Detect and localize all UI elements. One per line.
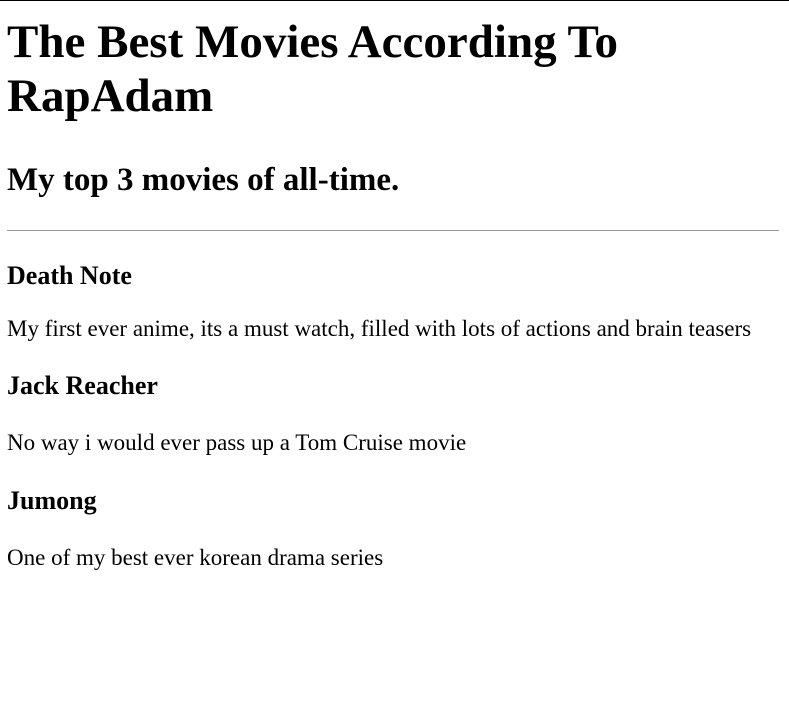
page-subtitle: My top 3 movies of all-time. — [7, 162, 400, 198]
page-content: The Best Movies According To RapAdam My … — [7, 1, 779, 571]
movie-description-jack-reacher: No way i would ever pass up a Tom Cruise… — [7, 430, 467, 455]
movie-title-death-note: Death Note — [7, 261, 132, 290]
movie-description-jumong: One of my best ever korean drama series — [7, 545, 384, 570]
movie-title-jack-reacher: Jack Reacher — [7, 371, 158, 400]
movie-list: Death Note My first ever anime, its a mu… — [7, 261, 779, 571]
movie-title-jumong: Jumong — [7, 486, 97, 515]
divider — [7, 230, 779, 231]
movie-description-death-note: My first ever anime, its a must watch, f… — [7, 316, 752, 341]
page-title: The Best Movies According To RapAdam — [7, 16, 619, 122]
